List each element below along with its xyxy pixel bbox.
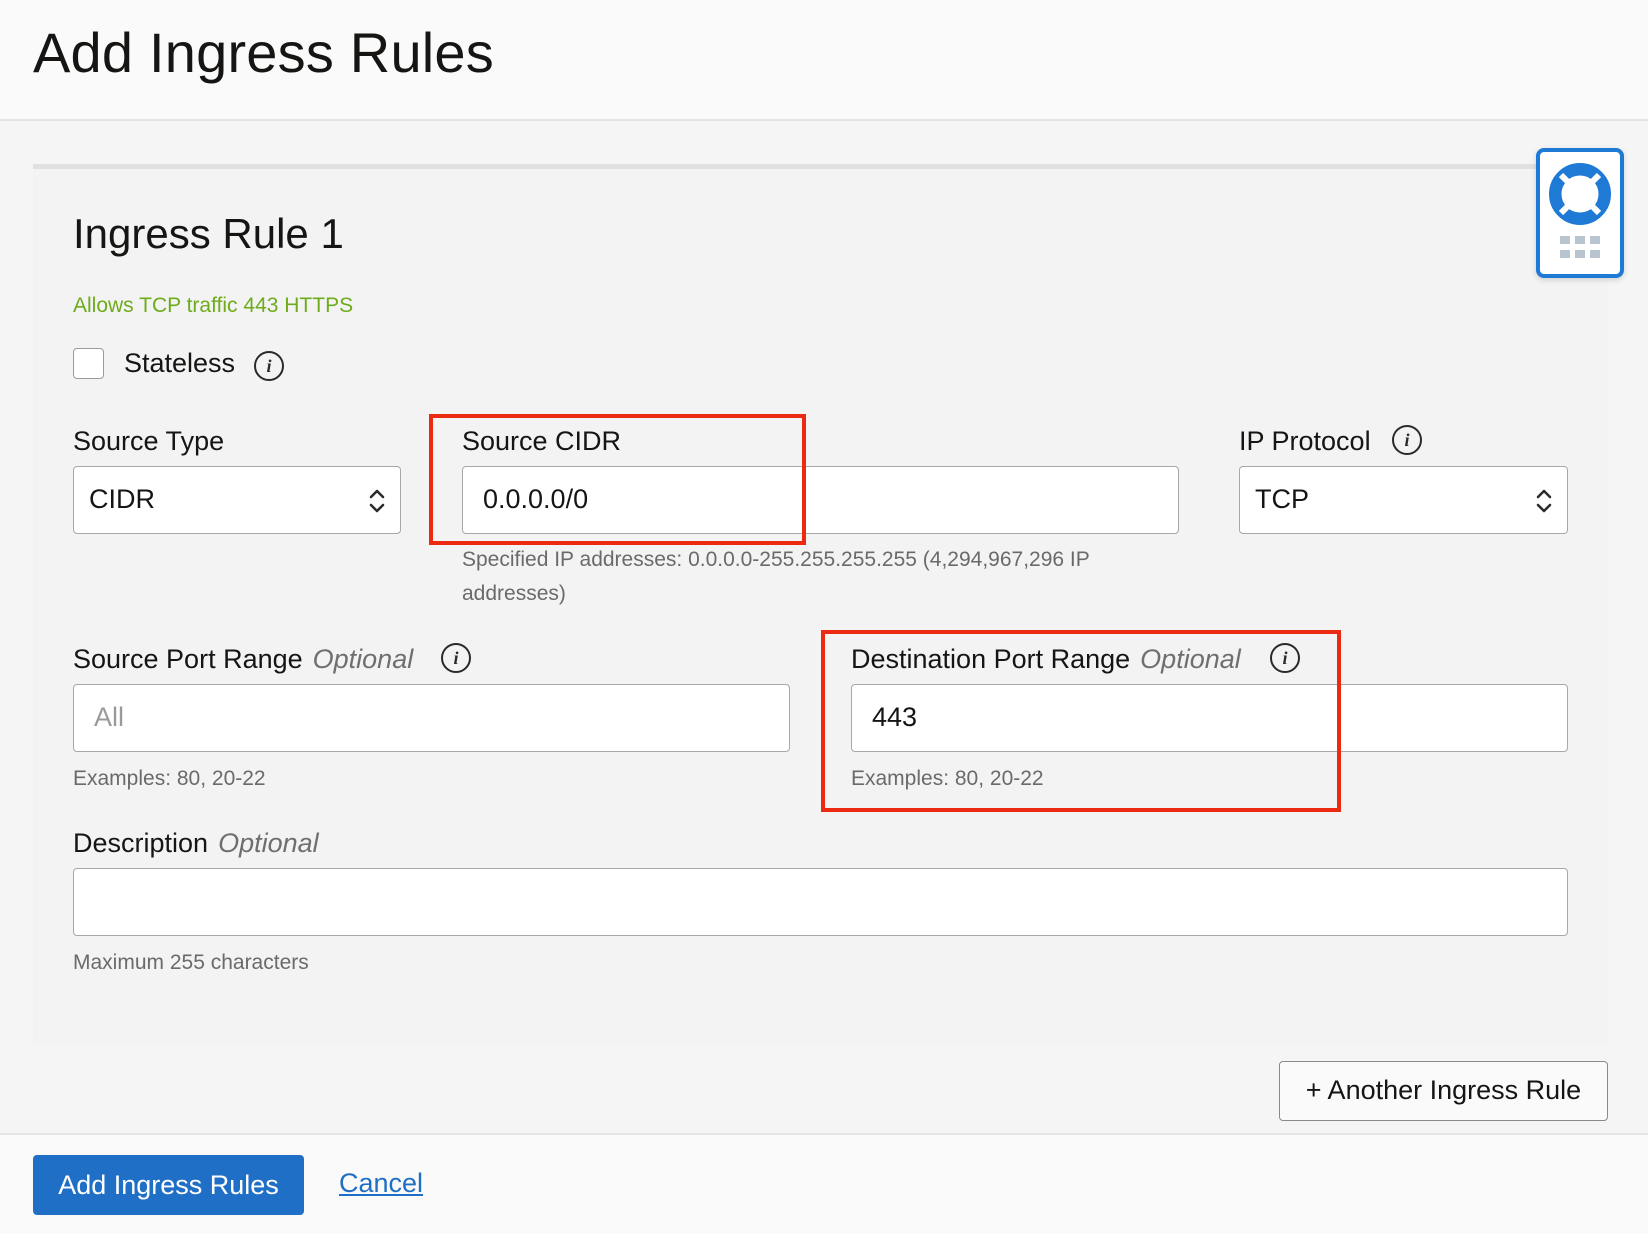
rule-description-text: Allows TCP traffic 443 HTTPS	[73, 294, 354, 317]
source-port-range-input[interactable]: All	[73, 684, 790, 752]
source-cidr-hint-line1: Specified IP addresses: 0.0.0.0-255.255.…	[462, 548, 1090, 571]
source-type-value: CIDR	[89, 484, 155, 514]
stateless-label: Stateless	[124, 348, 236, 378]
page-header: Add Ingress Rules	[0, 0, 1648, 121]
ip-protocol-value: TCP	[1255, 484, 1309, 514]
source-port-range-placeholder: All	[94, 702, 125, 732]
another-ingress-rule-button[interactable]: + Another Ingress Rule	[1279, 1061, 1608, 1121]
cancel-link[interactable]: Cancel	[339, 1168, 423, 1199]
description-optional: Optional	[218, 828, 319, 858]
ip-protocol-select[interactable]: TCP	[1239, 466, 1568, 534]
source-port-range-optional: Optional	[312, 644, 414, 674]
source-cidr-highlight	[429, 414, 806, 545]
rule-title: Ingress Rule 1	[73, 210, 344, 257]
description-hint: Maximum 255 characters	[73, 951, 309, 974]
help-widget[interactable]	[1536, 148, 1624, 278]
ip-protocol-info-icon[interactable]: i	[1392, 425, 1422, 455]
description-label-text: Description	[73, 828, 209, 858]
source-port-range-label-text: Source Port Range	[73, 644, 303, 674]
page-title: Add Ingress Rules	[33, 21, 494, 84]
source-cidr-hint-line2: addresses)	[462, 582, 566, 605]
stateless-info-icon[interactable]: i	[254, 351, 284, 381]
grid-icon	[1560, 236, 1600, 258]
source-port-range-label: Source Port Range Optional	[73, 644, 413, 675]
description-input[interactable]	[73, 868, 1568, 936]
add-ingress-rules-button[interactable]: Add Ingress Rules	[33, 1155, 304, 1215]
source-port-range-hint: Examples: 80, 20-22	[73, 767, 266, 790]
description-label: Description Optional	[73, 828, 319, 859]
stateless-checkbox[interactable]	[73, 348, 104, 379]
select-chevrons-icon	[1536, 489, 1552, 513]
source-type-select[interactable]: CIDR	[73, 466, 401, 534]
source-cidr-hint: Specified IP addresses: 0.0.0.0-255.255.…	[462, 543, 1090, 611]
destination-port-range-highlight	[821, 630, 1341, 812]
select-chevrons-icon	[369, 489, 385, 513]
source-port-range-info-icon[interactable]: i	[441, 643, 471, 673]
lifebuoy-icon	[1549, 163, 1611, 225]
ip-protocol-label: IP Protocol	[1239, 426, 1371, 456]
source-type-label: Source Type	[73, 426, 225, 456]
help-widget-graphic	[1549, 163, 1611, 258]
